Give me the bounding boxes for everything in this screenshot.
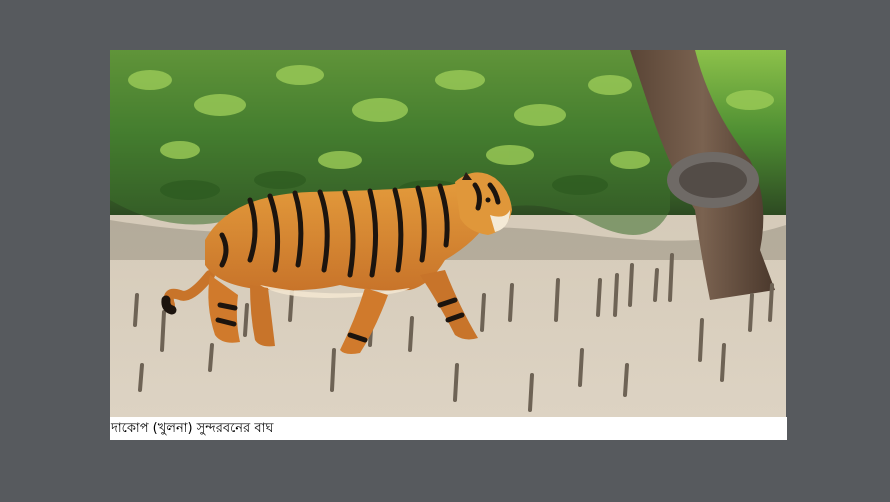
photo-card: দাকোপ (খুলনা) সুন্দরবনের বাঘ (110, 50, 787, 440)
tiger-photo (110, 50, 786, 417)
photo-caption: দাকোপ (খুলনা) সুন্দরবনের বাঘ (110, 417, 787, 440)
